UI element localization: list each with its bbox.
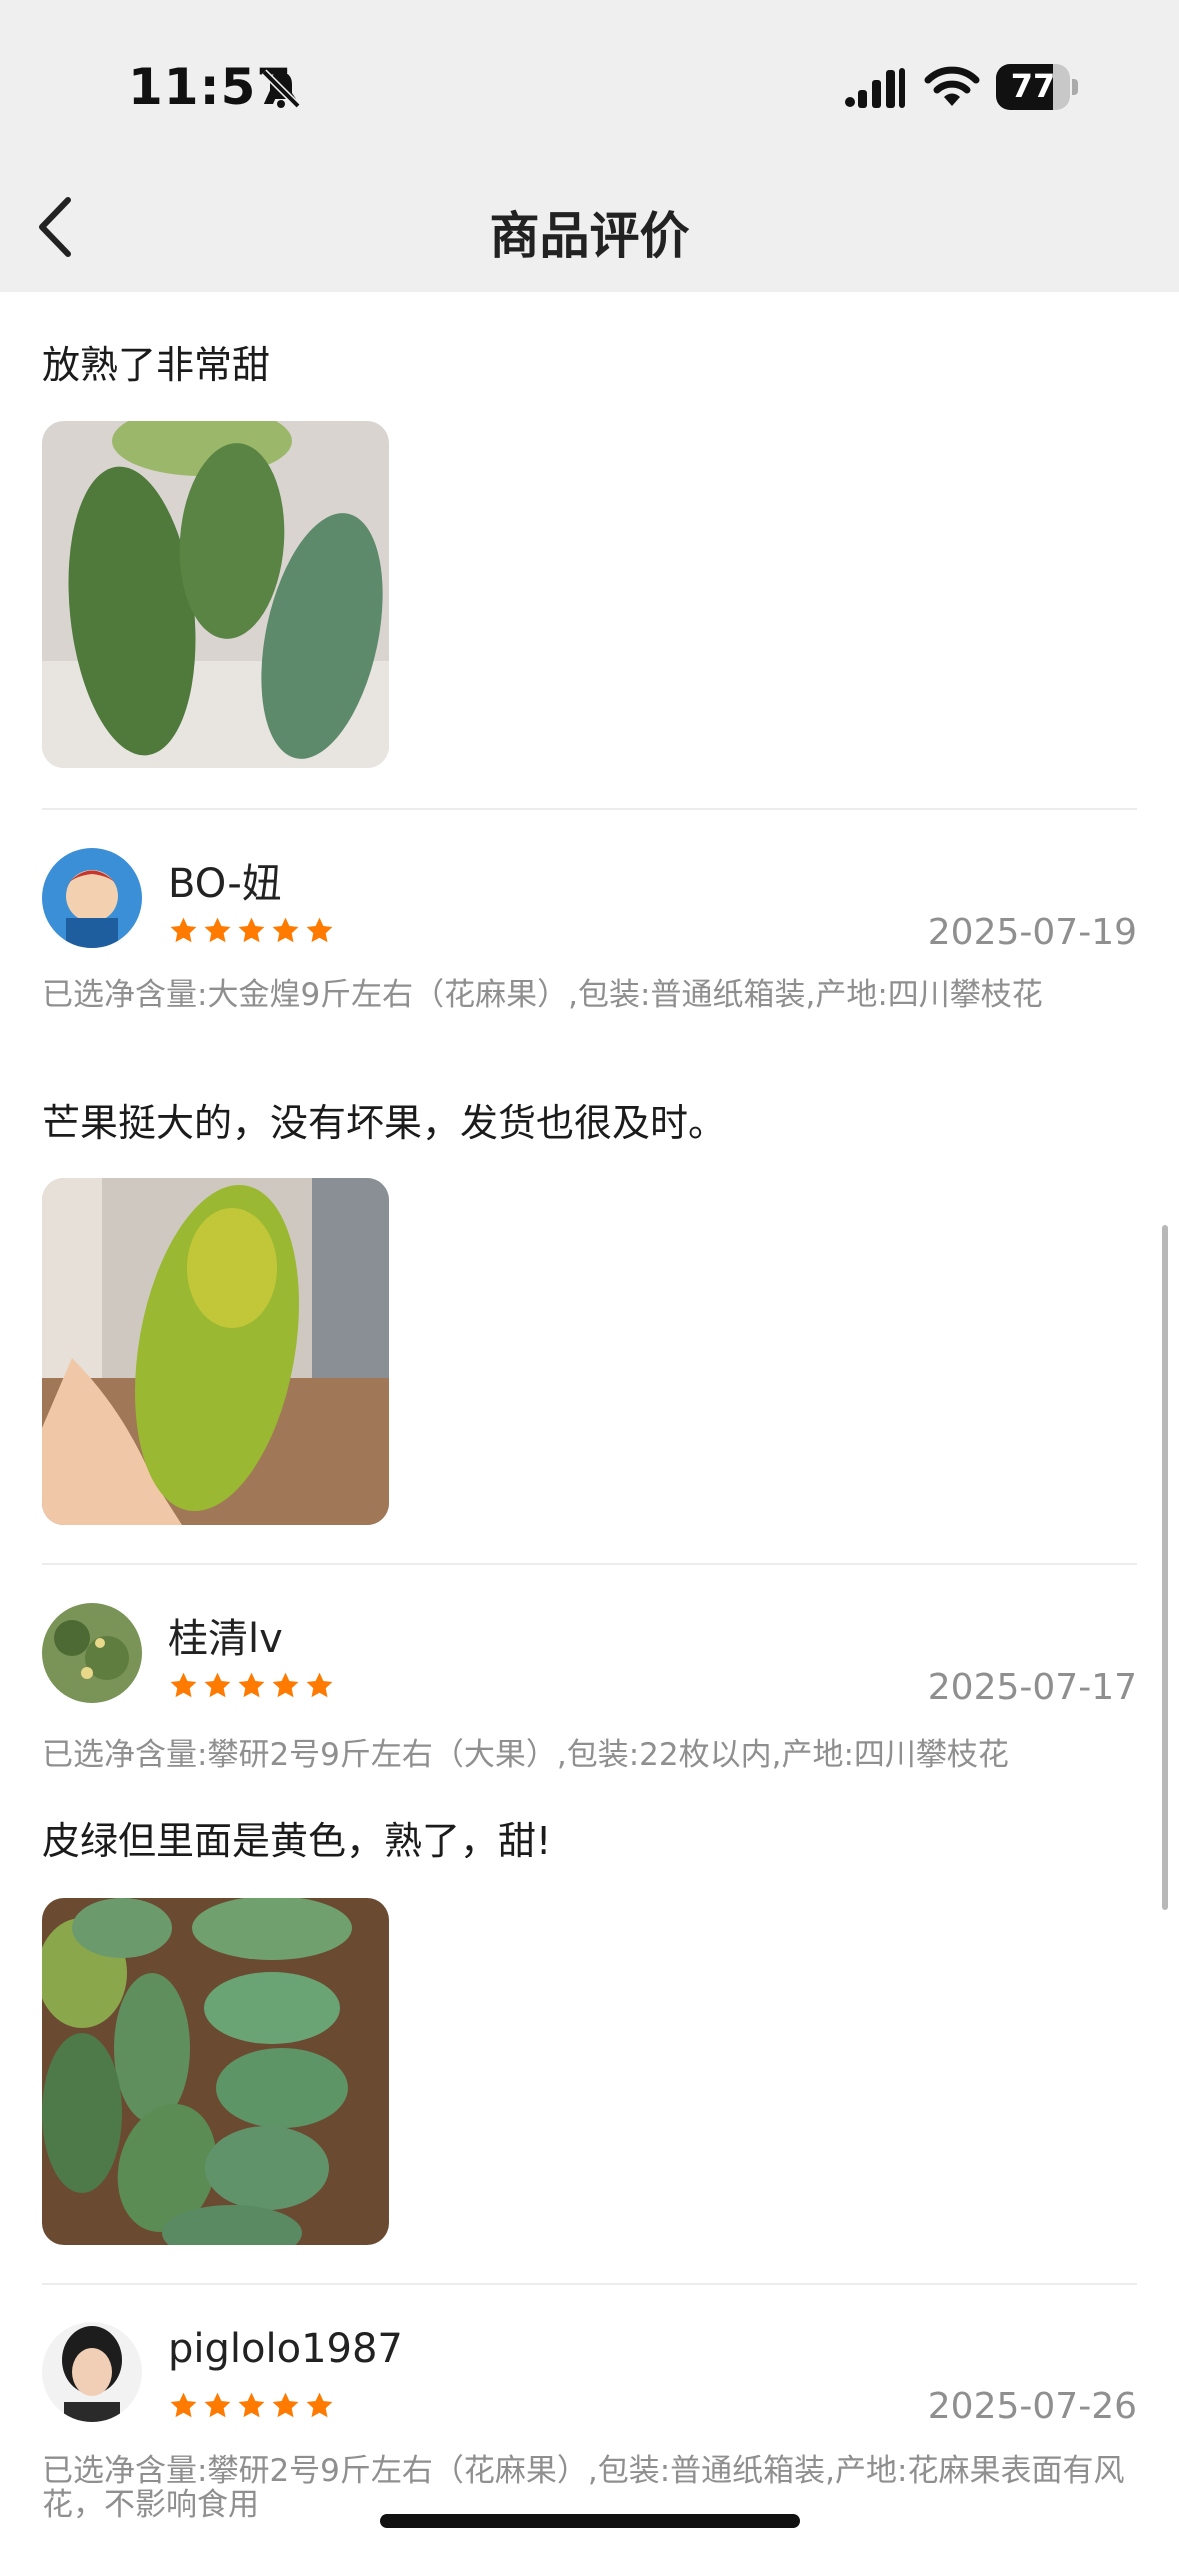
review-text: 放熟了非常甜 [42, 343, 271, 387]
star-icon [306, 2392, 333, 2418]
header: 11:57 77 商品评价 [0, 0, 1179, 292]
star-icon [204, 917, 231, 943]
review-date: 2025-07-26 [927, 2386, 1137, 2427]
username: BO-妞 [168, 861, 282, 907]
battery-icon: 77 [996, 64, 1078, 110]
product-spec: 已选净含量:攀研2号9斤左右（花麻果）,包装:普通纸箱装,产地:花麻果表面有风花… [42, 2453, 1125, 2523]
star-icon [204, 1672, 231, 1698]
star-icon [306, 917, 333, 943]
review-date: 2025-07-17 [927, 1667, 1137, 1708]
review-photo[interactable] [42, 1178, 389, 1525]
star-rating [168, 915, 335, 949]
star-rating [168, 2390, 335, 2424]
star-icon [170, 1672, 197, 1698]
review-photo[interactable] [42, 1898, 389, 2245]
page-title: 商品评价 [489, 207, 690, 265]
home-indicator[interactable] [380, 2514, 800, 2528]
avatar[interactable] [42, 2322, 142, 2422]
divider [42, 808, 1137, 810]
star-icon [238, 1672, 265, 1698]
star-icon [204, 2392, 231, 2418]
star-icon [272, 917, 299, 943]
star-icon [272, 2392, 299, 2418]
review-date: 2025-07-19 [927, 912, 1137, 953]
divider [42, 1563, 1137, 1565]
battery-level: 77 [1010, 67, 1056, 105]
username: 桂清lv [168, 1616, 283, 1662]
review-text: 芒果挺大的，没有坏果，发货也很及时。 [42, 1101, 727, 1145]
star-icon [272, 1672, 299, 1698]
wifi-icon [924, 66, 980, 106]
product-spec: 已选净含量:攀研2号9斤左右（大果）,包装:22枚以内,产地:四川攀枝花 [42, 1737, 1009, 1773]
username: piglolo1987 [168, 2326, 403, 2372]
star-icon [238, 2392, 265, 2418]
scrollbar[interactable] [1162, 1225, 1168, 1910]
star-icon [238, 917, 265, 943]
bell-muted-icon [261, 69, 301, 109]
divider [42, 2283, 1137, 2285]
star-icon [170, 917, 197, 943]
cellular-signal-icon [845, 68, 905, 108]
avatar[interactable] [42, 848, 142, 948]
avatar[interactable] [42, 1603, 142, 1703]
star-icon [170, 2392, 197, 2418]
star-icon [306, 1672, 333, 1698]
product-spec: 已选净含量:大金煌9斤左右（花麻果）,包装:普通纸箱装,产地:四川攀枝花 [42, 977, 1043, 1013]
review-text: 皮绿但里面是黄色，熟了，甜! [42, 1819, 552, 1863]
star-rating [168, 1670, 335, 1704]
review-photo[interactable] [42, 421, 389, 768]
